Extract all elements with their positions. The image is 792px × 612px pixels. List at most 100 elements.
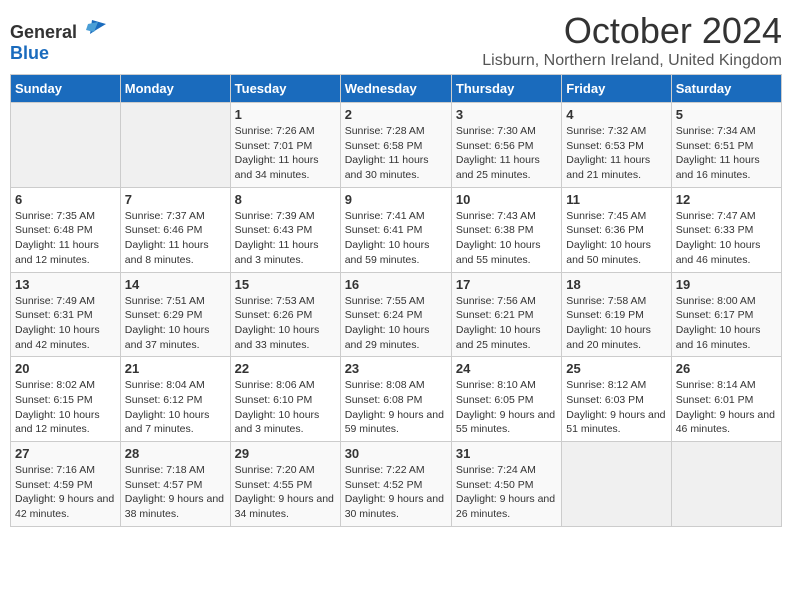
week-row-2: 6Sunrise: 7:35 AMSunset: 6:48 PMDaylight… xyxy=(11,187,782,272)
day-number: 18 xyxy=(566,277,666,292)
day-number: 24 xyxy=(456,361,557,376)
day-number: 19 xyxy=(676,277,777,292)
col-header-monday: Monday xyxy=(120,75,230,103)
logo-text: General Blue xyxy=(10,16,106,64)
day-number: 10 xyxy=(456,192,557,207)
day-info: Sunrise: 8:08 AMSunset: 6:08 PMDaylight:… xyxy=(345,378,447,437)
day-info: Sunrise: 7:16 AMSunset: 4:59 PMDaylight:… xyxy=(15,463,116,522)
day-info: Sunrise: 7:26 AMSunset: 7:01 PMDaylight:… xyxy=(235,124,336,183)
day-info: Sunrise: 7:47 AMSunset: 6:33 PMDaylight:… xyxy=(676,209,777,268)
day-cell: 27 Sunrise: 7:16 AMSunset: 4:59 PMDayligh… xyxy=(11,442,121,527)
day-info: Sunrise: 7:56 AMSunset: 6:21 PMDaylight:… xyxy=(456,294,557,353)
day-cell: 19 Sunrise: 8:00 AMSunset: 6:17 PMDayligh… xyxy=(671,272,781,357)
day-cell: 23 Sunrise: 8:08 AMSunset: 6:08 PMDayligh… xyxy=(340,357,451,442)
calendar-table: SundayMondayTuesdayWednesdayThursdayFrid… xyxy=(10,74,782,527)
col-header-friday: Friday xyxy=(562,75,671,103)
title-section: October 2024 Lisburn, Northern Ireland, … xyxy=(482,10,782,70)
day-number: 21 xyxy=(125,361,226,376)
location: Lisburn, Northern Ireland, United Kingdo… xyxy=(482,52,782,70)
day-info: Sunrise: 7:18 AMSunset: 4:57 PMDaylight:… xyxy=(125,463,226,522)
day-info: Sunrise: 7:34 AMSunset: 6:51 PMDaylight:… xyxy=(676,124,777,183)
day-number: 28 xyxy=(125,446,226,461)
day-info: Sunrise: 8:14 AMSunset: 6:01 PMDaylight:… xyxy=(676,378,777,437)
day-cell xyxy=(11,103,121,188)
day-number: 29 xyxy=(235,446,336,461)
day-cell: 17 Sunrise: 7:56 AMSunset: 6:21 PMDayligh… xyxy=(451,272,561,357)
day-info: Sunrise: 7:53 AMSunset: 6:26 PMDaylight:… xyxy=(235,294,336,353)
day-cell xyxy=(120,103,230,188)
day-cell: 15 Sunrise: 7:53 AMSunset: 6:26 PMDayligh… xyxy=(230,272,340,357)
day-number: 4 xyxy=(566,107,666,122)
week-row-5: 27 Sunrise: 7:16 AMSunset: 4:59 PMDayligh… xyxy=(11,442,782,527)
day-number: 5 xyxy=(676,107,777,122)
week-row-3: 13 Sunrise: 7:49 AMSunset: 6:31 PMDayligh… xyxy=(11,272,782,357)
day-info: Sunrise: 7:51 AMSunset: 6:29 PMDaylight:… xyxy=(125,294,226,353)
day-number: 3 xyxy=(456,107,557,122)
day-number: 14 xyxy=(125,277,226,292)
day-info: Sunrise: 7:41 AMSunset: 6:41 PMDaylight:… xyxy=(345,209,447,268)
day-cell: 20Sunrise: 8:02 AMSunset: 6:15 PMDayligh… xyxy=(11,357,121,442)
logo-bird-icon xyxy=(84,16,106,38)
day-cell: 31Sunrise: 7:24 AMSunset: 4:50 PMDayligh… xyxy=(451,442,561,527)
day-number: 27 xyxy=(15,446,116,461)
day-cell: 12Sunrise: 7:47 AMSunset: 6:33 PMDayligh… xyxy=(671,187,781,272)
day-number: 11 xyxy=(566,192,666,207)
calendar-header-row: SundayMondayTuesdayWednesdayThursdayFrid… xyxy=(11,75,782,103)
col-header-tuesday: Tuesday xyxy=(230,75,340,103)
day-info: Sunrise: 7:58 AMSunset: 6:19 PMDaylight:… xyxy=(566,294,666,353)
month-title: October 2024 xyxy=(482,10,782,52)
day-number: 23 xyxy=(345,361,447,376)
logo: General Blue xyxy=(10,16,106,64)
day-info: Sunrise: 8:04 AMSunset: 6:12 PMDaylight:… xyxy=(125,378,226,437)
day-number: 15 xyxy=(235,277,336,292)
col-header-thursday: Thursday xyxy=(451,75,561,103)
day-info: Sunrise: 7:45 AMSunset: 6:36 PMDaylight:… xyxy=(566,209,666,268)
day-info: Sunrise: 7:28 AMSunset: 6:58 PMDaylight:… xyxy=(345,124,447,183)
day-info: Sunrise: 8:06 AMSunset: 6:10 PMDaylight:… xyxy=(235,378,336,437)
day-cell: 29 Sunrise: 7:20 AMSunset: 4:55 PMDayligh… xyxy=(230,442,340,527)
day-info: Sunrise: 7:20 AMSunset: 4:55 PMDaylight:… xyxy=(235,463,336,522)
day-cell: 18 Sunrise: 7:58 AMSunset: 6:19 PMDayligh… xyxy=(562,272,671,357)
day-number: 8 xyxy=(235,192,336,207)
day-info: Sunrise: 7:35 AMSunset: 6:48 PMDaylight:… xyxy=(15,209,116,268)
day-cell: 28 Sunrise: 7:18 AMSunset: 4:57 PMDayligh… xyxy=(120,442,230,527)
day-number: 1 xyxy=(235,107,336,122)
col-header-sunday: Sunday xyxy=(11,75,121,103)
day-cell: 30Sunrise: 7:22 AMSunset: 4:52 PMDayligh… xyxy=(340,442,451,527)
day-cell: 11 Sunrise: 7:45 AMSunset: 6:36 PMDayligh… xyxy=(562,187,671,272)
day-number: 13 xyxy=(15,277,116,292)
day-cell: 4 Sunrise: 7:32 AMSunset: 6:53 PMDaylight… xyxy=(562,103,671,188)
day-number: 17 xyxy=(456,277,557,292)
day-info: Sunrise: 7:49 AMSunset: 6:31 PMDaylight:… xyxy=(15,294,116,353)
logo-general: General xyxy=(10,22,77,42)
day-cell: 10 Sunrise: 7:43 AMSunset: 6:38 PMDayligh… xyxy=(451,187,561,272)
day-cell xyxy=(671,442,781,527)
day-info: Sunrise: 7:37 AMSunset: 6:46 PMDaylight:… xyxy=(125,209,226,268)
day-number: 9 xyxy=(345,192,447,207)
day-info: Sunrise: 7:32 AMSunset: 6:53 PMDaylight:… xyxy=(566,124,666,183)
day-cell: 2Sunrise: 7:28 AMSunset: 6:58 PMDaylight… xyxy=(340,103,451,188)
day-info: Sunrise: 8:00 AMSunset: 6:17 PMDaylight:… xyxy=(676,294,777,353)
page-header: General Blue October 2024 Lisburn, North… xyxy=(10,10,782,70)
day-cell: 8Sunrise: 7:39 AMSunset: 6:43 PMDaylight… xyxy=(230,187,340,272)
day-number: 22 xyxy=(235,361,336,376)
day-cell: 7 Sunrise: 7:37 AMSunset: 6:46 PMDaylight… xyxy=(120,187,230,272)
day-info: Sunrise: 7:22 AMSunset: 4:52 PMDaylight:… xyxy=(345,463,447,522)
day-cell: 24 Sunrise: 8:10 AMSunset: 6:05 PMDayligh… xyxy=(451,357,561,442)
day-cell: 22 Sunrise: 8:06 AMSunset: 6:10 PMDayligh… xyxy=(230,357,340,442)
week-row-4: 20Sunrise: 8:02 AMSunset: 6:15 PMDayligh… xyxy=(11,357,782,442)
day-info: Sunrise: 7:24 AMSunset: 4:50 PMDaylight:… xyxy=(456,463,557,522)
day-cell: 26Sunrise: 8:14 AMSunset: 6:01 PMDayligh… xyxy=(671,357,781,442)
day-cell: 25Sunrise: 8:12 AMSunset: 6:03 PMDayligh… xyxy=(562,357,671,442)
day-info: Sunrise: 7:43 AMSunset: 6:38 PMDaylight:… xyxy=(456,209,557,268)
day-info: Sunrise: 8:10 AMSunset: 6:05 PMDaylight:… xyxy=(456,378,557,437)
day-cell: 9 Sunrise: 7:41 AMSunset: 6:41 PMDaylight… xyxy=(340,187,451,272)
day-number: 16 xyxy=(345,277,447,292)
day-cell: 6Sunrise: 7:35 AMSunset: 6:48 PMDaylight… xyxy=(11,187,121,272)
day-info: Sunrise: 8:12 AMSunset: 6:03 PMDaylight:… xyxy=(566,378,666,437)
day-number: 7 xyxy=(125,192,226,207)
day-cell: 13 Sunrise: 7:49 AMSunset: 6:31 PMDayligh… xyxy=(11,272,121,357)
day-info: Sunrise: 7:30 AMSunset: 6:56 PMDaylight:… xyxy=(456,124,557,183)
day-cell: 14 Sunrise: 7:51 AMSunset: 6:29 PMDayligh… xyxy=(120,272,230,357)
logo-blue: Blue xyxy=(10,43,49,63)
